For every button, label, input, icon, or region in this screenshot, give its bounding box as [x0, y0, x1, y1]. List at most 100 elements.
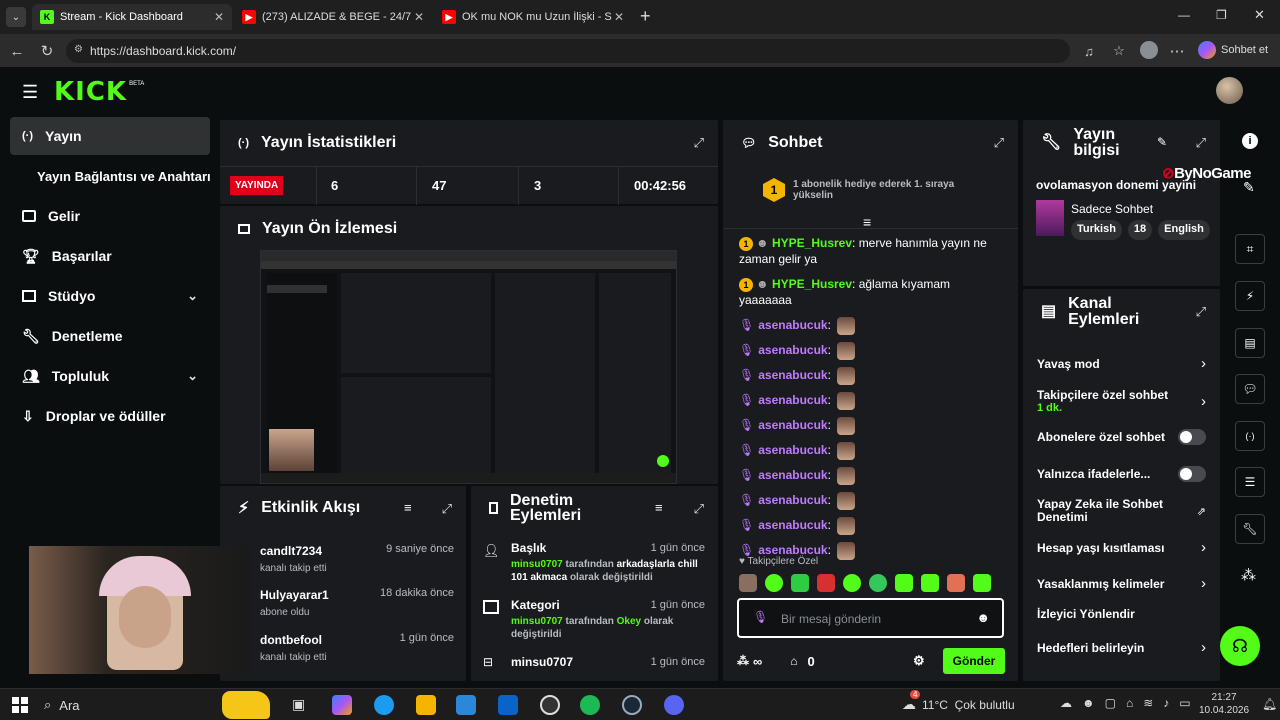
emote[interactable]: [973, 574, 991, 592]
site-info-icon[interactable]: ⚙: [74, 44, 83, 55]
tab-menu-button[interactable]: ⌄: [6, 7, 26, 27]
action-followers-only[interactable]: Takipçilere özel sohbet 1 dk. ›: [1037, 386, 1206, 416]
chat-username[interactable]: asenabucuk: [758, 318, 827, 332]
subs-only-toggle[interactable]: [1178, 429, 1206, 445]
filter-icon[interactable]: ≡: [404, 500, 412, 515]
popout-icon[interactable]: ⤢: [442, 501, 452, 517]
popout-icon[interactable]: ⤢: [1196, 304, 1206, 320]
sidebar-item-yayin[interactable]: (·) Yayın: [10, 117, 210, 155]
refresh-icon[interactable]: ↻: [36, 40, 58, 62]
points-icon[interactable]: ⁂: [1241, 566, 1256, 584]
action-emote-only[interactable]: Yalnızca ifadelerle...: [1037, 466, 1206, 482]
chat-username[interactable]: asenabucuk: [758, 393, 827, 407]
sidebar-item-stream-key[interactable]: Yayın Bağlantısı ve Anahtarı: [10, 157, 211, 195]
tag[interactable]: English: [1158, 220, 1210, 240]
tray-icon[interactable]: ⌂: [1126, 696, 1133, 710]
close-tab-icon[interactable]: ✕: [414, 10, 424, 24]
rail-button-chat[interactable]: 💬︎: [1235, 374, 1265, 404]
clock[interactable]: 21:27 10.04.2026: [1196, 691, 1252, 717]
emote[interactable]: [869, 574, 887, 592]
action-account-age[interactable]: Hesap yaşı kısıtlaması ›: [1037, 539, 1206, 556]
emote[interactable]: [765, 574, 783, 592]
sidebar-item-topluluk[interactable]: 👥︎ Topluluk ⌄: [10, 357, 210, 395]
chat-username[interactable]: asenabucuk: [758, 518, 827, 532]
popout-icon[interactable]: ⤢: [994, 135, 1004, 151]
tab-youtube-alizade[interactable]: ▶ (273) ALIZADE & BEGE - 24/7 (Offi ✕: [234, 4, 432, 30]
volume-icon[interactable]: ♪: [1163, 696, 1169, 710]
wifi-icon[interactable]: ≋: [1143, 696, 1153, 710]
emote[interactable]: [817, 574, 835, 592]
rail-button-lightning[interactable]: ⚡︎: [1235, 281, 1265, 311]
obs-icon[interactable]: [540, 695, 560, 715]
tag[interactable]: 18: [1127, 220, 1153, 240]
address-bar[interactable]: ⚙ https://dashboard.kick.com/: [66, 39, 1070, 63]
discord-icon[interactable]: [664, 695, 684, 715]
sidebar-item-studyo[interactable]: Stüdyo ⌄: [10, 277, 210, 315]
sidebar-item-droplar[interactable]: ⇩ Droplar ve ödüller: [10, 397, 210, 435]
task-view-icon[interactable]: ▣: [292, 696, 305, 713]
action-banned-words[interactable]: Yasaklanmış kelimeler ›: [1037, 575, 1206, 592]
chat-username[interactable]: asenabucuk: [758, 418, 827, 432]
back-icon[interactable]: ←: [6, 40, 28, 62]
sidebar-item-gelir[interactable]: Gelir: [10, 197, 210, 235]
rail-button-document[interactable]: ▤: [1235, 328, 1265, 358]
rail-button-capture[interactable]: ⌗: [1235, 234, 1265, 264]
emote-only-toggle[interactable]: [1178, 466, 1206, 482]
info-icon[interactable]: i: [1242, 133, 1258, 149]
windows-start-icon[interactable]: [12, 697, 28, 713]
tray-icon[interactable]: ▢: [1105, 696, 1116, 710]
edit-pen-icon[interactable]: ✎: [1243, 179, 1255, 196]
close-tab-icon[interactable]: ✕: [614, 10, 624, 24]
close-window-icon[interactable]: ✕: [1254, 7, 1265, 23]
points-icon[interactable]: ⁂: [737, 654, 749, 668]
tag[interactable]: Turkish: [1071, 220, 1122, 240]
rail-button-list[interactable]: ☰: [1235, 467, 1265, 497]
steam-icon[interactable]: [622, 695, 642, 715]
store-icon[interactable]: [456, 695, 476, 715]
read-aloud-icon[interactable]: ♫: [1078, 40, 1100, 62]
tab-youtube-okmu[interactable]: ▶ OK mu NOK mu Uzun İlişki - Sevgi ✕: [434, 4, 632, 30]
maximize-icon[interactable]: ❐: [1216, 8, 1227, 22]
sidebar-item-basarilar[interactable]: 🏆︎ Başarılar: [10, 237, 210, 275]
tray-icon[interactable]: ☁: [1060, 696, 1072, 710]
file-explorer-icon[interactable]: [416, 695, 436, 715]
minimize-icon[interactable]: —: [1178, 8, 1190, 22]
emoji-icon[interactable]: ☻: [976, 610, 990, 625]
chat-username[interactable]: asenabucuk: [758, 343, 827, 357]
favorites-icon[interactable]: ☆: [1108, 40, 1130, 62]
copilot-app-icon[interactable]: [332, 695, 352, 715]
chat-username[interactable]: asenabucuk: [758, 468, 827, 482]
action-raid[interactable]: İzleyici Yönlendir: [1037, 607, 1206, 621]
more-menu-icon[interactable]: ⋯: [1166, 40, 1188, 62]
send-button[interactable]: Gönder: [943, 648, 1005, 674]
edge-icon[interactable]: [374, 695, 394, 715]
settings-icon[interactable]: ⚙: [913, 653, 925, 669]
emote[interactable]: [739, 574, 757, 592]
tray-icon[interactable]: ☻: [1082, 696, 1095, 710]
sidebar-item-denetleme[interactable]: 🔧︎ Denetleme: [10, 317, 210, 355]
rail-button-broadcast[interactable]: (·): [1235, 421, 1265, 451]
action-slow-mode[interactable]: Yavaş mod ›: [1037, 355, 1206, 372]
chat-username[interactable]: asenabucuk: [758, 443, 827, 457]
edit-icon[interactable]: ✎: [1157, 135, 1167, 149]
tab-kick-dashboard[interactable]: K Stream - Kick Dashboard ✕: [32, 4, 232, 30]
profile-avatar[interactable]: [1140, 41, 1158, 59]
emote[interactable]: [947, 574, 965, 592]
chat-username[interactable]: asenabucuk: [758, 368, 827, 382]
filter-icon[interactable]: ≡: [655, 500, 663, 515]
emote[interactable]: [791, 574, 809, 592]
popout-icon[interactable]: ⤢: [694, 501, 704, 517]
store-icon[interactable]: ⌂: [790, 654, 797, 668]
notification-icon[interactable]: 🔔︎: [1262, 697, 1277, 711]
pinned-sub-goal[interactable]: 1 1 abonelik hediye ederek 1. sıraya yük…: [763, 176, 993, 204]
emote[interactable]: [843, 574, 861, 592]
popout-icon[interactable]: ⤢: [1196, 135, 1206, 151]
rail-button-wrench[interactable]: 🔧︎: [1235, 514, 1265, 544]
stream-preview-video[interactable]: [260, 250, 677, 484]
mail-icon[interactable]: [498, 695, 518, 715]
battery-icon[interactable]: ▭: [1179, 696, 1190, 710]
action-subs-only[interactable]: Abonelere özel sohbet: [1037, 429, 1206, 445]
weather-widget[interactable]: ☁ 4 11°C Çok bulutlu: [902, 690, 1015, 713]
popout-icon[interactable]: ⤢: [694, 135, 704, 151]
new-tab-icon[interactable]: +: [640, 6, 651, 27]
